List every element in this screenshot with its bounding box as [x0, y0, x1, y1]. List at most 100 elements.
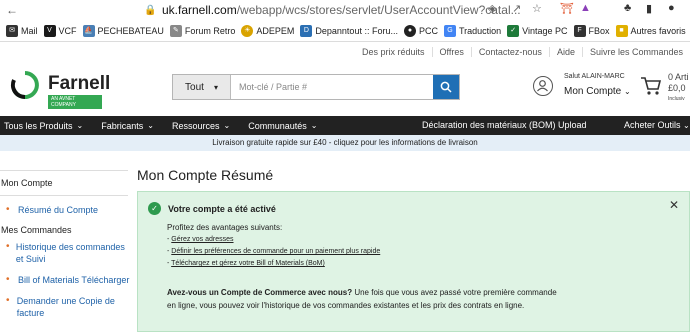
rewards-icon[interactable]: ▲ [580, 2, 591, 14]
farnell-logo-icon [10, 71, 39, 100]
nav-all-products[interactable]: Tous les Produits ⌄ [0, 121, 83, 131]
translate-icon[interactable]: ◈ [488, 2, 496, 15]
sidebar-nav: • Résumé du Compte Mes Commandes • Histori… [0, 204, 132, 328]
bookmark-folder[interactable]: ■ Autres favoris [615, 24, 686, 37]
brave-shield-icon[interactable]: ⛩ [560, 2, 574, 15]
bookmark-item[interactable]: ✉ Mail [6, 24, 38, 37]
bookmarks-icon[interactable]: ▮ [646, 2, 652, 15]
chevron-down-icon: ▾ [213, 82, 218, 92]
bookmark-item[interactable]: ⛵ PECHEBATEAU [82, 24, 164, 37]
link-manage-addresses[interactable]: Gérez vos adresses [171, 236, 233, 243]
search-scope-select[interactable]: Tout ▾ [173, 75, 231, 99]
link-bom-manage[interactable]: Téléchargez et gérez votre Bill of Mater… [171, 260, 325, 267]
bookmark-item[interactable]: F FBox [573, 24, 610, 37]
search-input[interactable]: Mot-clé / Partie # [231, 75, 433, 99]
cart-icon [641, 77, 662, 95]
star-icon[interactable]: ☆ [532, 2, 542, 15]
sidebar-item-invoice-copy[interactable]: • Demander une Copie de facture [0, 295, 132, 319]
page-title: Mon Compte Résumé [137, 167, 274, 183]
account-greeting: Salut ALAIN-MARC [564, 73, 625, 80]
bookmark-item[interactable]: V VCF [43, 24, 77, 37]
farnell-logo[interactable]: Farnell AN AVNET COMPANY [10, 67, 110, 109]
back-icon[interactable]: ← [0, 3, 24, 17]
url-field[interactable]: uk.farnell.com/webapp/wcs/stores/servlet… [162, 3, 521, 17]
nav-manufacturers[interactable]: Fabricants ⌄ [97, 121, 154, 131]
utility-links: Des prix réduits Offres Contactez-nous A… [0, 42, 690, 62]
cart[interactable]: 0 Arti £0,0 Inclusiv [638, 70, 690, 108]
util-link-reduced-prices[interactable]: Des prix réduits [355, 47, 432, 57]
sidebar-item-order-history[interactable]: • Historique des commandes et Suivi [0, 241, 132, 265]
benefit-item: - Définir les préférences de commande po… [167, 248, 381, 255]
site-header: Farnell AN AVNET COMPANY Tout ▾ Mot-clé … [0, 62, 690, 116]
bullet-icon: • [6, 204, 10, 215]
close-icon[interactable]: ✕ [669, 198, 679, 212]
lock-icon[interactable]: 🔒 [144, 5, 158, 16]
alert-title: Votre compte a été activé [168, 204, 276, 214]
depanntout-icon: D [300, 24, 313, 37]
search-bar: Tout ▾ Mot-clé / Partie # [172, 74, 460, 100]
search-button[interactable] [433, 75, 459, 99]
sidebar-item-account-summary[interactable]: • Résumé du Compte [0, 204, 132, 216]
sidebar-item-bom-upload[interactable]: • Bill of Materials Télécharger [0, 274, 132, 286]
chevron-down-icon: ⌄ [624, 87, 631, 96]
search-icon [440, 81, 452, 93]
chevron-down-icon: ⌄ [223, 121, 231, 130]
mail-icon: ✉ [6, 24, 18, 37]
browser-address-bar: ← 🔒 uk.farnell.com/webapp/wcs/stores/ser… [0, 0, 690, 20]
chevron-down-icon: ⌄ [310, 121, 318, 130]
profile-icon[interactable]: ● [668, 2, 675, 14]
chevron-down-icon: ⌄ [76, 121, 84, 130]
fbox-icon: F [573, 24, 586, 37]
account-label: Mon Compte ⌄ [564, 86, 631, 97]
folder-icon: ■ [615, 24, 628, 37]
account-menu[interactable]: Salut ALAIN-MARC Mon Compte ⌄ [533, 72, 633, 106]
forum-icon: ✎ [169, 24, 182, 37]
util-link-help[interactable]: Aide [548, 47, 582, 57]
nav-bom-upload[interactable]: Déclaration des matériaux (BOM) Upload [422, 120, 587, 130]
boat-icon: ⛵ [82, 24, 95, 37]
adepem-icon: ☀ [241, 24, 254, 37]
url-domain: uk.farnell.com [162, 3, 237, 17]
user-avatar-icon [533, 76, 553, 96]
bullet-icon: • [6, 274, 10, 285]
sidebar-heading: Mon Compte [0, 170, 128, 196]
bookmark-item[interactable]: ✓ Vintage PC [507, 24, 568, 37]
benefit-item: - Gérez vos adresses [167, 236, 234, 243]
check-circle-icon: ✓ [148, 202, 161, 215]
share-icon[interactable]: ↗ [512, 2, 521, 15]
google-translate-icon: G [443, 24, 456, 37]
benefit-links: - Gérez vos adresses - Définir les préfé… [167, 236, 380, 272]
nav-resources[interactable]: Ressources ⌄ [168, 121, 230, 131]
bookmark-item[interactable]: D Depanntout :: Foru... [300, 24, 398, 37]
chevron-down-icon: ⌄ [683, 121, 690, 130]
main-nav: Tous les Produits ⌄ Fabricants ⌄ Ressource… [0, 116, 690, 135]
chevron-down-icon: ⌄ [147, 121, 154, 130]
delivery-promo-banner[interactable]: Livraison gratuite rapide sur £40 - cliq… [0, 135, 690, 151]
link-order-preferences[interactable]: Définir les préférences de commande pour… [171, 248, 380, 255]
nav-communities[interactable]: Communautés ⌄ [244, 121, 317, 131]
bookmarks-bar: ✉ Mail V VCF ⛵ PECHEBATEAU ✎ Forum Retro ☀ AD… [0, 20, 690, 42]
vintage-pc-icon: ✓ [507, 24, 520, 37]
bookmark-item[interactable]: ● PCC [403, 24, 438, 37]
nav-buying-tools[interactable]: Acheter Outils ⌄ [624, 120, 690, 130]
cart-count: 0 Arti [668, 72, 689, 82]
bullet-icon: • [6, 241, 10, 252]
account-activated-alert: ✓ Votre compte a été activé ✕ Profitez d… [137, 191, 690, 332]
vcf-icon: V [43, 24, 56, 37]
cart-total: £0,0 [668, 83, 686, 93]
benefit-item: - Téléchargez et gérez votre Bill of Mat… [167, 260, 325, 267]
util-link-offers[interactable]: Offres [431, 47, 471, 57]
util-link-contact[interactable]: Contactez-nous [470, 47, 549, 57]
bookmark-item[interactable]: ✎ Forum Retro [169, 24, 235, 37]
pcc-icon: ● [403, 24, 416, 37]
util-link-track-orders[interactable]: Suivre les Commandes [581, 47, 690, 57]
trade-account-paragraph: Avez-vous un Compte de Commerce avec nou… [167, 288, 557, 310]
bookmark-item[interactable]: ☀ ADEPEM [241, 24, 294, 37]
cart-vat-note: Inclusiv [668, 96, 685, 102]
sidebar-section-orders: Mes Commandes [1, 225, 72, 235]
logo-tagline: AN AVNET COMPANY [48, 95, 102, 109]
url-path: /webapp/wcs/stores/servlet/UserAccountVi… [236, 3, 521, 17]
extensions-icon[interactable]: ♣ [624, 2, 631, 14]
bookmark-item[interactable]: G Traduction [443, 24, 501, 37]
bullet-icon: • [6, 295, 10, 306]
